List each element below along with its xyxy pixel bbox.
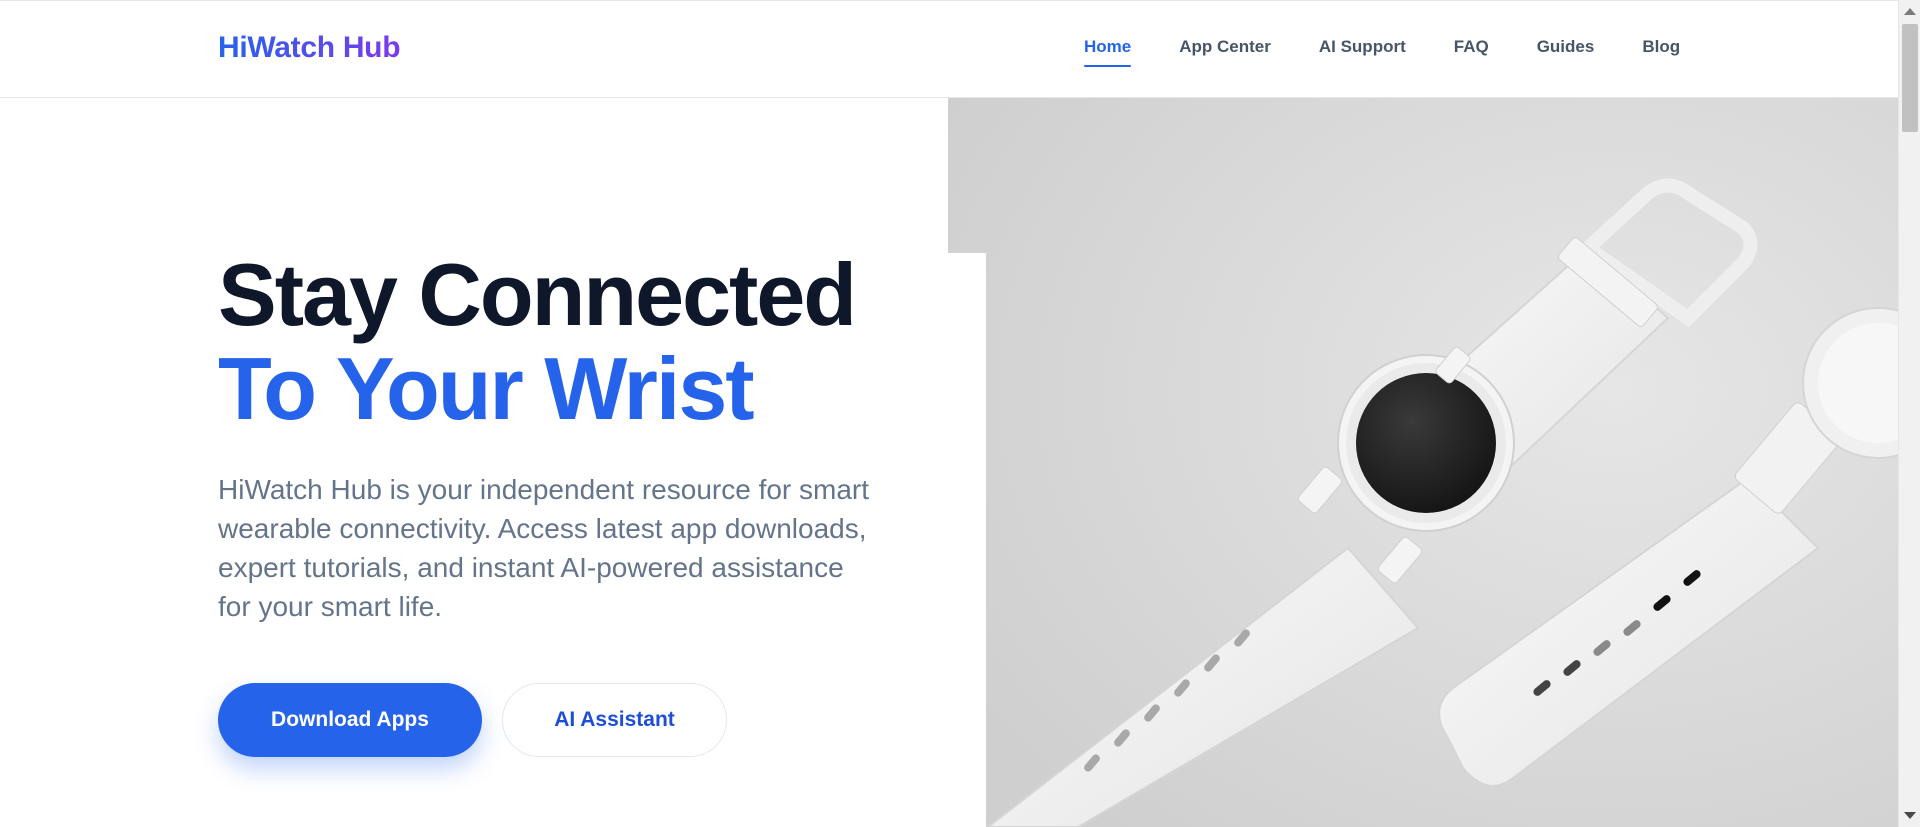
main-nav: Home App Center AI Support FAQ Guides Bl… [1084, 37, 1680, 67]
smartwatch-illustration [948, 98, 1898, 827]
ai-assistant-button[interactable]: AI Assistant [502, 683, 727, 757]
nav-guides[interactable]: Guides [1537, 37, 1595, 67]
nav-blog[interactable]: Blog [1642, 37, 1680, 67]
hero-image-smartwatches [948, 98, 1898, 827]
hero-image-mask [948, 253, 986, 827]
scroll-up-arrow-icon[interactable] [1904, 8, 1916, 15]
hero-headline-line1: Stay Connected [218, 245, 857, 344]
nav-home[interactable]: Home [1084, 37, 1132, 67]
hero-headline-line2: To Your Wrist [218, 339, 755, 438]
download-apps-button[interactable]: Download Apps [218, 683, 482, 757]
hero-description: HiWatch Hub is your independent resource… [218, 474, 870, 622]
nav-ai-support[interactable]: AI Support [1319, 37, 1406, 67]
nav-faq[interactable]: FAQ [1454, 37, 1489, 67]
scroll-thumb[interactable] [1902, 24, 1918, 132]
site-header: HiWatch Hub Home App Center AI Support F… [0, 0, 1898, 98]
nav-app-center[interactable]: App Center [1179, 37, 1271, 67]
hero-headline: Stay Connected To Your Wrist [218, 248, 978, 436]
page-scrollbar[interactable] [1898, 0, 1920, 827]
site-logo[interactable]: HiWatch Hub [218, 31, 401, 65]
scroll-down-arrow-icon[interactable] [1904, 812, 1916, 819]
